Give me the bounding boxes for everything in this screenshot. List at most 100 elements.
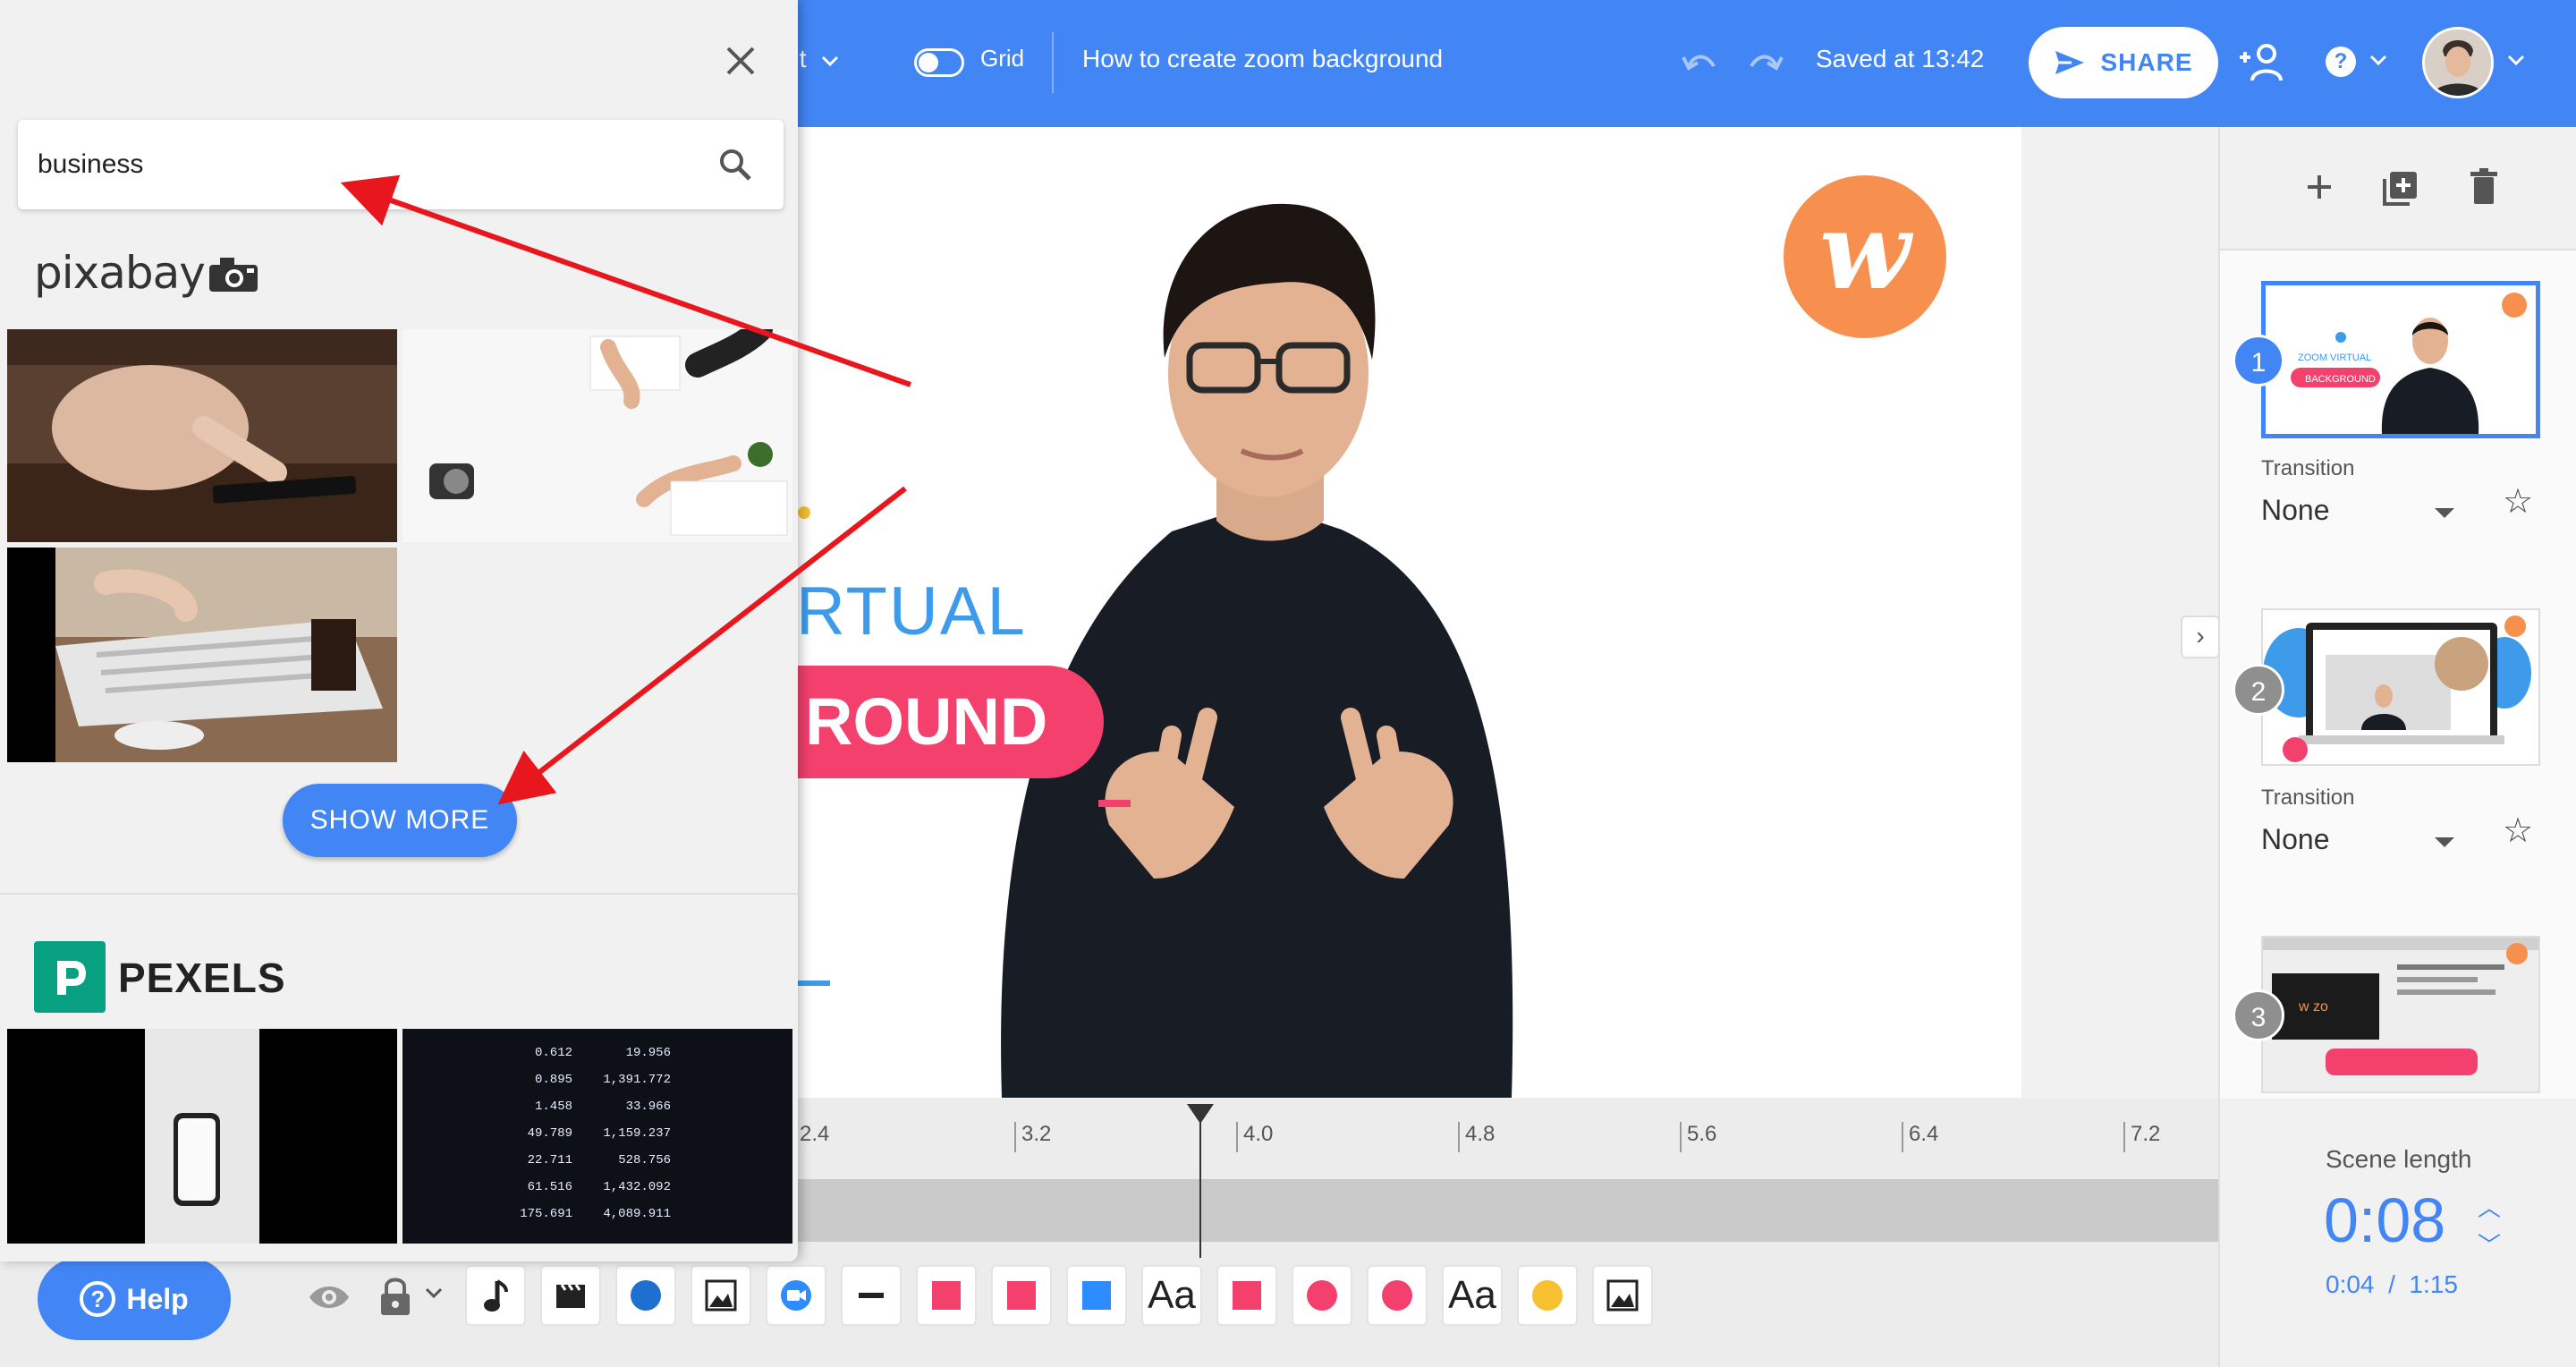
stock-value: 22.711 bbox=[528, 1153, 572, 1167]
timeline-tick bbox=[2123, 1122, 2125, 1152]
stock-value: 1,159.237 bbox=[603, 1126, 671, 1141]
scene-number-badge: 3 bbox=[2233, 989, 2284, 1041]
layer-video-button[interactable] bbox=[540, 1265, 601, 1326]
chevron-down-icon[interactable] bbox=[2506, 54, 2526, 66]
help-label: Help bbox=[126, 1282, 189, 1315]
stock-value: 175.691 bbox=[520, 1207, 572, 1221]
timeline-tick bbox=[1458, 1122, 1460, 1152]
square-shape-icon bbox=[1082, 1281, 1111, 1310]
thumb-title-text: ZOOM VIRTUAL bbox=[2298, 352, 2371, 363]
scenes-panel: ZOOM VIRTUAL BACKGROUND 1 Transition Non… bbox=[2218, 127, 2576, 1099]
show-more-button[interactable]: SHOW MORE bbox=[283, 784, 517, 857]
timeline-tick-label: 7.2 bbox=[2131, 1122, 2161, 1146]
search-result-image[interactable] bbox=[7, 548, 397, 762]
slide-title-text[interactable]: RTUAL bbox=[796, 573, 1027, 650]
scene-length-value[interactable]: 0:08 bbox=[2324, 1184, 2445, 1256]
timeline-tick-label: 6.4 bbox=[1909, 1122, 1939, 1146]
layer-music-button[interactable] bbox=[465, 1265, 526, 1326]
scene-preview bbox=[2263, 610, 2538, 764]
playhead-handle[interactable] bbox=[1187, 1104, 1214, 1124]
search-result-image[interactable] bbox=[402, 329, 792, 542]
playback-position: 0:04 / 1:15 bbox=[2326, 1270, 2458, 1299]
pexels-label: PEXELS bbox=[118, 955, 286, 1001]
scene-thumbnail-2[interactable] bbox=[2261, 608, 2540, 766]
layer-text-button[interactable]: Aa bbox=[1141, 1265, 1202, 1326]
close-icon[interactable] bbox=[721, 41, 760, 81]
circle-shape-icon bbox=[1307, 1280, 1337, 1311]
chevron-down-icon bbox=[822, 55, 839, 67]
circle-shape-icon bbox=[1532, 1280, 1563, 1311]
chevron-down-icon[interactable] bbox=[2368, 54, 2388, 66]
eye-icon[interactable] bbox=[308, 1281, 351, 1313]
decorative-dot bbox=[798, 506, 810, 519]
question-icon: ? bbox=[80, 1281, 116, 1317]
share-button[interactable]: SHARE bbox=[2029, 27, 2218, 98]
timeline-tick-label: 5.6 bbox=[1687, 1122, 1717, 1146]
pexels-logo-icon bbox=[34, 941, 106, 1013]
add-person-icon[interactable] bbox=[2236, 41, 2286, 84]
brand-logo[interactable]: w bbox=[1784, 175, 1946, 338]
lock-icon[interactable] bbox=[379, 1276, 411, 1317]
transition-label: Transition bbox=[2261, 456, 2355, 480]
star-icon[interactable]: ☆ bbox=[2503, 811, 2533, 851]
chevron-up-icon[interactable]: ︿ bbox=[2478, 1190, 2501, 1223]
timeline-tick bbox=[1680, 1122, 1682, 1152]
toggle-knob bbox=[919, 53, 938, 72]
layer-shape-button[interactable] bbox=[1216, 1265, 1277, 1326]
layer-shape-button[interactable] bbox=[1066, 1265, 1127, 1326]
search-result-image[interactable] bbox=[7, 1029, 397, 1244]
delete-scene-icon[interactable] bbox=[2462, 165, 2506, 209]
scene-thumbnail-1[interactable]: ZOOM VIRTUAL BACKGROUND bbox=[2261, 281, 2540, 438]
text-icon: Aa bbox=[1448, 1273, 1496, 1317]
timeline-tick-label: 3.2 bbox=[1021, 1122, 1052, 1146]
image-icon bbox=[705, 1279, 737, 1312]
expand-panel-chevron-icon[interactable]: › bbox=[2181, 616, 2220, 658]
redo-icon[interactable] bbox=[1746, 45, 1785, 81]
stock-value: 1,432.092 bbox=[603, 1180, 671, 1194]
grid-toggle[interactable] bbox=[914, 48, 964, 77]
layer-shape-button[interactable] bbox=[991, 1265, 1052, 1326]
transition-select[interactable]: None bbox=[2261, 494, 2330, 527]
layer-image-button[interactable] bbox=[1592, 1265, 1653, 1326]
layer-shape-button[interactable] bbox=[1292, 1265, 1352, 1326]
scene-thumbnail-3[interactable]: w zo bbox=[2261, 936, 2540, 1093]
avatar[interactable] bbox=[2422, 27, 2494, 98]
layer-shape-button[interactable] bbox=[1367, 1265, 1428, 1326]
decorative-dash bbox=[794, 981, 830, 986]
search-result-image[interactable] bbox=[7, 329, 397, 542]
divider bbox=[1052, 32, 1054, 93]
layer-shape-button[interactable] bbox=[1517, 1265, 1578, 1326]
help-button[interactable]: ? Help bbox=[38, 1258, 231, 1340]
clapperboard-icon bbox=[556, 1284, 585, 1308]
undo-icon[interactable] bbox=[1680, 45, 1719, 81]
star-icon[interactable]: ☆ bbox=[2503, 481, 2533, 522]
add-scene-icon[interactable] bbox=[2297, 165, 2342, 209]
total-time: 1:15 bbox=[2409, 1270, 2458, 1298]
search-result-image[interactable]: 0.612 19.956 0.895 1,391.772 1.458 33.966 49.7… bbox=[402, 1029, 792, 1244]
video-camera-icon bbox=[781, 1280, 811, 1311]
timeline-tick bbox=[1236, 1122, 1238, 1152]
scene-number-badge: 1 bbox=[2233, 335, 2284, 386]
duplicate-scene-icon[interactable] bbox=[2377, 165, 2422, 209]
chevron-down-icon[interactable] bbox=[424, 1286, 444, 1299]
dropdown-caret-icon[interactable] bbox=[2435, 508, 2454, 518]
layer-line-button[interactable] bbox=[841, 1265, 902, 1326]
stock-value: 0.895 bbox=[535, 1073, 572, 1087]
help-icon[interactable]: ? bbox=[2326, 47, 2356, 77]
layer-image-button[interactable] bbox=[691, 1265, 751, 1326]
stock-value: 0.612 bbox=[535, 1046, 572, 1060]
search-input[interactable] bbox=[38, 143, 682, 186]
dropdown-caret-icon[interactable] bbox=[2435, 837, 2454, 847]
document-title[interactable]: How to create zoom background bbox=[1082, 45, 1443, 73]
stock-value: 33.966 bbox=[626, 1100, 671, 1114]
layer-text-button[interactable]: Aa bbox=[1442, 1265, 1503, 1326]
chevron-down-icon[interactable]: ﹀ bbox=[2478, 1227, 2501, 1261]
transition-select[interactable]: None bbox=[2261, 823, 2330, 856]
layer-zoom-button[interactable] bbox=[766, 1265, 826, 1326]
layer-shape-button[interactable] bbox=[916, 1265, 977, 1326]
layer-shape-button[interactable] bbox=[615, 1265, 676, 1326]
saved-status: Saved at 13:42 bbox=[1816, 45, 1985, 72]
search-icon[interactable] bbox=[717, 147, 753, 183]
search-box bbox=[18, 120, 784, 209]
playhead[interactable] bbox=[1199, 1106, 1201, 1258]
